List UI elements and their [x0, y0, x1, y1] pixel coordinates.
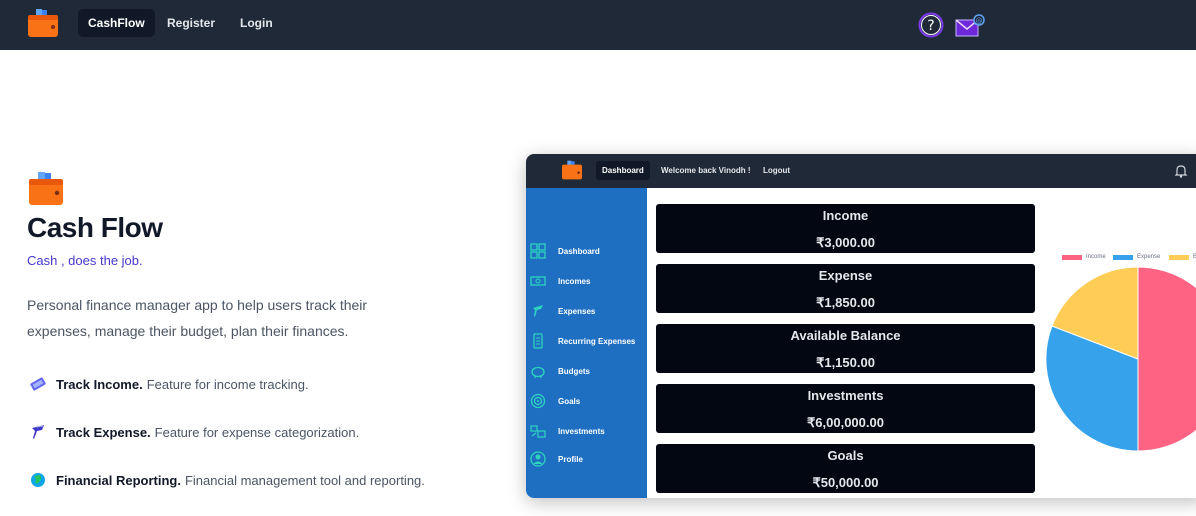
hero-tagline: Cash , does the job. — [27, 253, 143, 268]
feature-text: Feature for income tracking. — [146, 376, 309, 392]
card-value: ₹1,150.00 — [816, 355, 875, 370]
sidebar-item-investments[interactable]: Investments — [530, 423, 605, 439]
preview-nav-logout[interactable]: Logout — [763, 161, 790, 180]
sidebar-item-expenses[interactable]: Expenses — [530, 303, 595, 319]
grid-icon — [530, 243, 546, 259]
sidebar-label: Dashboard — [558, 246, 600, 256]
feature-title: Financial Reporting. — [56, 472, 181, 488]
legend-label: Expense — [1137, 254, 1161, 260]
investment-icon — [530, 425, 546, 438]
sidebar-item-budgets[interactable]: Budgets — [530, 363, 590, 379]
sidebar-label: Incomes — [558, 276, 591, 286]
sidebar-label: Profile — [558, 454, 583, 464]
question-icon[interactable]: ? — [918, 12, 944, 38]
top-navbar: CashFlow Register Login ? @ — [0, 0, 1196, 50]
card-goals: Goals ₹50,000.00 — [656, 444, 1035, 493]
feature-text: Financial management tool and reporting. — [184, 472, 425, 488]
card-title: Investments — [807, 388, 884, 403]
preview-nav-dashboard[interactable]: Dashboard — [596, 161, 650, 180]
expense-icon — [32, 425, 44, 439]
globe-icon — [31, 473, 45, 487]
preview-sidebar: Dashboard Incomes Expenses Recurring Exp… — [526, 188, 647, 498]
sidebar-label: Recurring Expenses — [558, 336, 636, 346]
card-value: ₹50,000.00 — [812, 475, 879, 490]
hero-description: Personal finance manager app to help use… — [27, 297, 368, 339]
card-title: Expense — [818, 268, 873, 283]
nav-cashflow[interactable]: CashFlow — [78, 9, 155, 37]
target-icon — [530, 393, 546, 409]
recurring-icon — [533, 333, 543, 349]
card-available-balance: Available Balance ₹1,150.00 — [656, 324, 1035, 373]
profile-icon — [530, 451, 546, 467]
preview-topbar: Dashboard Welcome back Vinodh ! Logout — [526, 154, 1196, 188]
sidebar-item-dashboard[interactable]: Dashboard — [530, 243, 600, 259]
sidebar-label: Investments — [558, 426, 605, 436]
legend-income: Income — [1062, 254, 1106, 260]
feature-financial-reporting: Financial Reporting. Financial managemen… — [28, 470, 425, 490]
piggy-bank-icon — [531, 366, 545, 378]
card-value: ₹1,850.00 — [816, 295, 875, 310]
feature-track-expense: Track Expense. Feature for expense categ… — [28, 422, 359, 442]
legend-label: Income — [1086, 254, 1106, 260]
sidebar-item-incomes[interactable]: Incomes — [530, 273, 590, 289]
dashboard-preview: Dashboard Welcome back Vinodh ! Logout D… — [526, 154, 1196, 498]
wallet-logo-icon — [29, 172, 63, 205]
expense-icon — [533, 305, 543, 317]
feature-title: Track Expense. — [56, 424, 151, 440]
wallet-icon[interactable] — [28, 9, 58, 37]
cash-icon — [530, 276, 546, 286]
wallet-icon — [562, 160, 582, 180]
sidebar-label: Expenses — [558, 306, 596, 316]
card-title: Income — [822, 208, 869, 223]
sidebar-item-profile[interactable]: Profile — [530, 451, 583, 467]
feature-text: Feature for expense categorization. — [154, 424, 360, 440]
legend-swatch — [1062, 254, 1082, 260]
svg-text:@: @ — [976, 17, 983, 25]
pie-slice-income — [1137, 266, 1196, 452]
legend-swatch — [1169, 254, 1189, 260]
nav-login[interactable]: Login — [240, 9, 273, 37]
feature-track-income: Track Income. Feature for income trackin… — [28, 374, 309, 394]
feature-title: Track Income. — [56, 376, 143, 392]
hero-title: Cash Flow — [27, 212, 163, 243]
nav-register[interactable]: Register — [167, 9, 215, 37]
money-icon — [30, 377, 46, 391]
sidebar-item-recurring-expenses[interactable]: Recurring Expenses — [530, 333, 635, 349]
legend-expense: Expense — [1113, 254, 1160, 260]
legend-balance: B — [1169, 254, 1196, 260]
sidebar-label: Goals — [558, 396, 581, 406]
card-title: Available Balance — [790, 328, 901, 343]
card-expense: Expense ₹1,850.00 — [656, 264, 1035, 313]
bell-icon[interactable] — [1174, 164, 1188, 178]
svg-text:?: ? — [927, 18, 934, 34]
legend-swatch — [1113, 254, 1133, 260]
pie-chart — [1045, 266, 1196, 452]
card-value: ₹3,000.00 — [816, 235, 875, 250]
sidebar-item-goals[interactable]: Goals — [530, 393, 580, 409]
mail-icon[interactable]: @ — [955, 13, 987, 39]
preview-nav-welcome: Welcome back Vinodh ! — [661, 166, 751, 175]
card-investments: Investments ₹6,00,000.00 — [656, 384, 1035, 433]
sidebar-label: Budgets — [558, 366, 590, 376]
card-value: ₹6,00,000.00 — [807, 415, 884, 430]
card-income: Income ₹3,000.00 — [656, 204, 1035, 253]
card-title: Goals — [827, 448, 864, 463]
